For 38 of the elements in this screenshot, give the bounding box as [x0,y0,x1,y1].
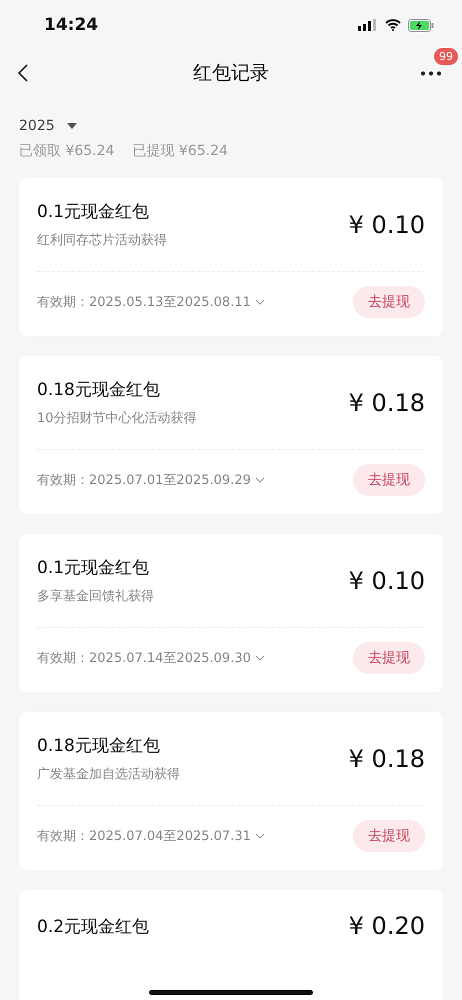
status-time: 14:24 [44,15,98,35]
packet-title: 0.2元现金红包 [37,916,150,938]
packet-amount: ¥ 0.18 [348,744,425,772]
packet-title: 0.18元现金红包 [37,379,161,401]
caret-icon [66,123,77,129]
packet-amount: ¥ 0.18 [348,388,425,416]
packet-amount: ¥ 0.20 [348,912,425,940]
validity-toggle[interactable]: 有效期：2025.05.13至2025.08.11 [37,293,265,311]
packet-title: 0.1元现金红包 [37,201,150,223]
withdraw-button[interactable]: 去提现 [353,464,425,496]
withdraw-button[interactable]: 去提现 [353,286,425,318]
summary-text: 已领取 ¥65.24 [19,142,114,160]
withdraw-button[interactable]: 去提现 [353,642,425,674]
packet-source: 红利同存芯片活动获得 [37,232,167,249]
wifi-icon [385,19,401,31]
summary-text: 已提现 ¥65.24 [132,142,228,160]
withdraw-button[interactable]: 去提现 [353,820,425,852]
validity-toggle[interactable]: 有效期：2025.07.04至2025.07.31 [37,827,265,845]
chevron-down-icon [254,655,265,661]
notification-badge: 99 [434,48,458,65]
packet-source: 多享基金回馈礼获得 [37,588,154,605]
validity-toggle[interactable]: 有效期：2025.07.14至2025.09.30 [37,649,265,667]
back-icon[interactable] [18,64,28,82]
battery-icon [408,18,434,32]
chevron-down-icon [254,833,265,839]
chevron-down-icon [254,299,265,305]
chevron-down-icon [254,477,265,483]
validity-toggle[interactable]: 有效期：2025.07.01至2025.09.29 [37,471,265,489]
packet-amount: ¥ 0.10 [348,566,425,594]
packet-source: 广发基金加自选活动获得 [37,766,180,783]
page-title: 红包记录 [193,61,269,86]
year-dropdown[interactable]: 2025 [19,118,77,134]
packet-title: 0.18元现金红包 [37,735,161,757]
packet-source: 10分招财节中心化活动获得 [37,410,197,427]
signal-icon [358,19,378,31]
packet-amount: ¥ 0.10 [348,210,425,238]
more-icon[interactable] [420,70,442,76]
packet-title: 0.1元现金红包 [37,557,150,579]
